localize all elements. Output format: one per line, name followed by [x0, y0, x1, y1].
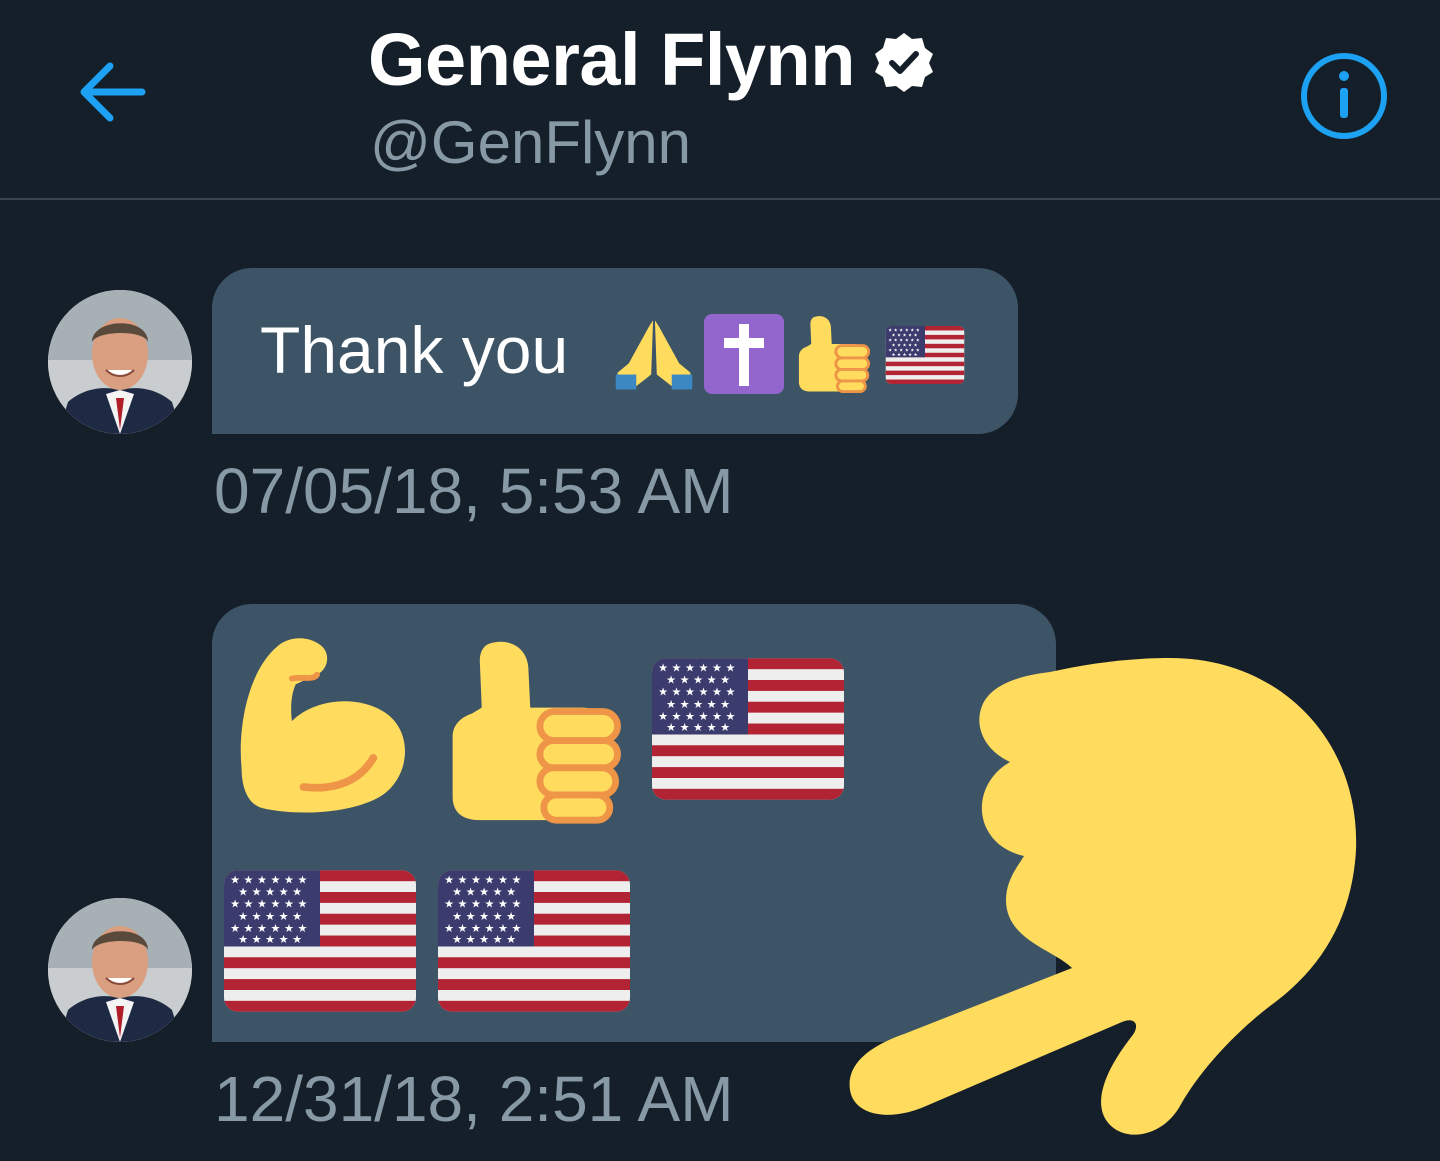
latin-cross-icon	[704, 314, 784, 394]
avatar[interactable]	[48, 898, 192, 1042]
flexed-biceps-icon	[228, 632, 412, 816]
us-flag-icon	[884, 326, 966, 384]
dm-conversation-screen: General Flynn @GenFlynn Thank you 07/05/…	[0, 0, 1440, 1161]
folded-hands-icon	[612, 314, 696, 394]
message-text: Thank you	[260, 313, 569, 387]
us-flag-icon	[652, 658, 844, 800]
message-timestamp: 07/05/18, 5:53 AM	[214, 455, 734, 527]
thumbs-up-icon	[798, 312, 872, 394]
contact-handle: @GenFlynn	[370, 109, 692, 176]
title-row: General Flynn	[368, 14, 935, 104]
profile-photo	[48, 290, 192, 434]
contact-name[interactable]: General Flynn	[368, 17, 855, 102]
us-flag-icon	[438, 870, 630, 1012]
avatar[interactable]	[48, 290, 192, 434]
back-button[interactable]	[72, 52, 152, 132]
profile-photo	[48, 898, 192, 1042]
info-icon	[1301, 53, 1387, 139]
verified-badge-icon	[874, 33, 933, 92]
thumbs-up-icon	[450, 632, 626, 826]
pointing-hand-icon	[849, 658, 1357, 1135]
conversation-info-button[interactable]	[1296, 50, 1392, 146]
arrow-left-icon	[80, 62, 146, 122]
us-flag-icon	[224, 870, 416, 1012]
conversation-header: General Flynn @GenFlynn	[0, 0, 1440, 200]
message-timestamp: 12/31/18, 2:51 AM	[214, 1063, 734, 1135]
